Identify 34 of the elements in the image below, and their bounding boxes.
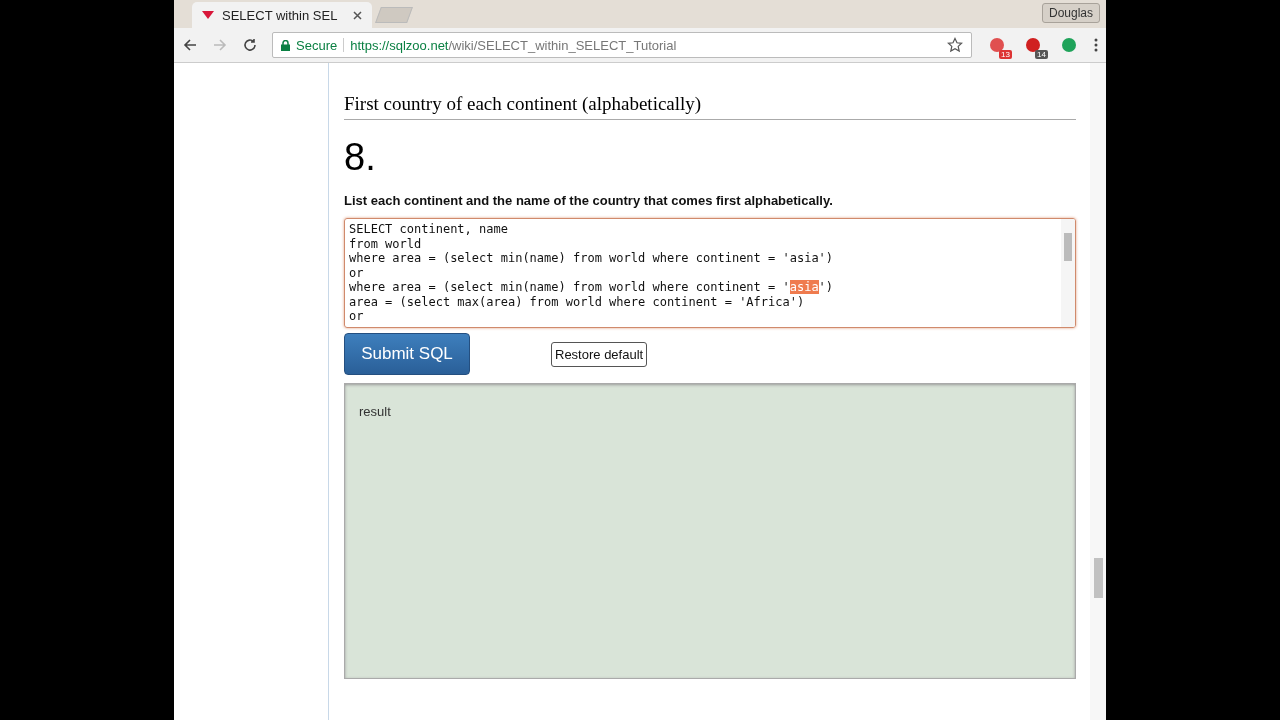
extension-badge: 14: [1035, 50, 1048, 59]
question-number: 8.: [344, 136, 377, 179]
scrollbar[interactable]: [1090, 63, 1106, 720]
profile-button[interactable]: Douglas: [1041, 3, 1100, 23]
code-line: or: [349, 309, 365, 324]
submit-button[interactable]: Submit SQL: [344, 333, 470, 375]
code-line: where area = (select min(name) from world where continent = 'asia'): [349, 280, 835, 295]
section-heading: First country of each continent (alphabetically): [344, 93, 1076, 120]
url-text: https://sqlzoo.net/wiki/SELECT_within_SELECT_Tutorial: [350, 37, 678, 53]
extension-icon: [1025, 37, 1041, 53]
star-icon[interactable]: [947, 37, 963, 53]
lock-icon: [281, 39, 290, 51]
tab-title: SELECT within SEL: [222, 7, 339, 23]
restore-button[interactable]: Restore default: [551, 341, 648, 367]
code-line: or: [349, 265, 365, 280]
code-line: area = (select max(area) from world where continent = 'Africa'): [349, 294, 806, 309]
code-line: SELECT continent, name: [349, 222, 509, 237]
code-line: from world: [349, 236, 423, 251]
question-text: List each continent and the name of the country that comes first alphabetically.: [344, 193, 834, 208]
extension-icon: [1061, 37, 1077, 53]
secure-label: Secure: [296, 37, 338, 53]
extension-badge: 13: [999, 50, 1012, 59]
extension-icon: [989, 37, 1005, 53]
browser-tab[interactable]: SELECT within SEL: [192, 2, 372, 28]
back-icon[interactable]: [182, 37, 198, 53]
reload-icon[interactable]: [242, 37, 258, 53]
sql-editor[interactable]: [344, 218, 1076, 328]
close-icon[interactable]: [353, 10, 362, 20]
code-line: where area = (select min(name) from world where continent = 'asia'): [349, 251, 835, 266]
result-label: result: [359, 404, 391, 419]
logo-icon: [202, 10, 214, 20]
address-bar[interactable]: Secure https://sqlzoo.net/wiki/SELECT_within_SELECT_Tutorial: [272, 32, 972, 58]
menu-icon[interactable]: [1094, 38, 1098, 52]
scrollbar[interactable]: [1061, 219, 1075, 327]
